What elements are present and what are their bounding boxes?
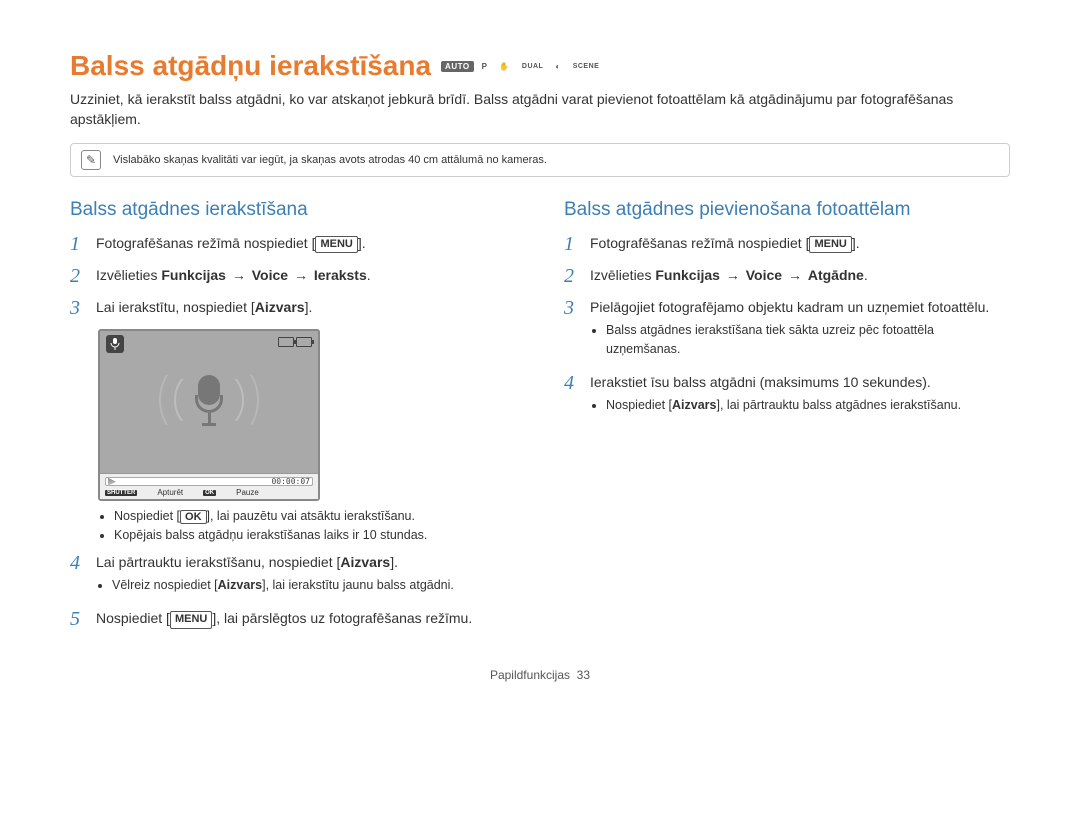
left-column: Balss atgādnes ierakstīšana 1 Fotografēš… [70,199,516,640]
step5-post: ], lai pārslēgtos uz fotografēšanas režī… [212,610,472,626]
note4-post: ], lai pārtrauktu balss atgādnes ierakst… [717,398,962,412]
badge-scene-icon: ◐ [551,61,564,72]
sub-note: Nospiediet [OK], lai pauzētu vai atsāktu… [114,509,516,524]
step3-pre: Lai ierakstītu, nospiediet [ [96,299,255,315]
step4-pre: Lai pārtrauktu ierakstīšanu, nospiediet … [96,554,340,570]
ok-button-label: OK [180,510,207,524]
footer-page: 33 [577,668,590,682]
step2-b2: Voice [252,267,288,283]
ok-tag: OK [203,490,216,496]
note-icon: ✎ [81,150,101,170]
play-icon [108,478,116,486]
note-box: ✎ Vislabāko skaņas kvalitāti var iegūt, … [70,143,1010,177]
footer-label: Papildfunkcijas [490,668,570,682]
badge-dual: DUAL [518,62,547,71]
arrow-icon: → [232,267,246,283]
badge-dual-icon: ✋ [495,61,513,72]
right-column: Balss atgādnes pievienošana fotoattēlam … [564,199,1010,640]
step2-b1: Funkcijas [161,267,226,283]
badge-p: P [478,61,492,72]
r-step4: Ierakstiet īsu balss atgādni (maksimums … [590,374,931,390]
screen-btn-pause: Pauze [236,488,259,497]
step-number: 3 [70,297,88,319]
note-text: Vislabāko skaņas kvalitāti var iegūt, ja… [113,154,547,166]
note-b1-pre: Vēlreiz nospiediet [ [112,578,218,592]
card-icon [278,337,294,347]
right-heading: Balss atgādnes pievienošana fotoattēlam [564,199,1010,221]
shutter-label: Aizvars [340,554,390,570]
note-a1-post: ], lai pauzētu vai atsāktu ierakstīšanu. [207,509,415,523]
arrow-icon: → [294,267,308,283]
step-number: 2 [70,265,88,287]
step1-text-pre: Fotografēšanas režīmā nospiediet [ [96,235,315,251]
step2-b3: Ieraksts [314,267,367,283]
note-b1-post: ], lai ierakstītu jaunu balss atgādni. [262,578,454,592]
step-number: 1 [564,233,582,255]
left-heading: Balss atgādnes ierakstīšana [70,199,516,221]
r-step2-b3: Atgādne [808,267,864,283]
footer: Papildfunkcijas 33 [70,668,1010,682]
step-number: 4 [70,552,88,598]
r-step1-post: ]. [852,235,860,251]
note4-pre: Nospiediet [ [606,398,672,412]
mic-large-icon [189,375,229,430]
step-number: 3 [564,297,582,362]
step-number: 4 [564,372,582,418]
step-number: 1 [70,233,88,255]
r-step2-b2: Voice [746,267,782,283]
intro-text: Uzziniet, kā ierakstīt balss atgādni, ko… [70,90,1010,129]
shutter-label: Aizvars [255,299,305,315]
menu-button-label: MENU [170,611,212,629]
sub-note: Vēlreiz nospiediet [Aizvars], lai ieraks… [112,576,516,594]
sub-note: Kopējais balss atgādņu ierakstīšanas lai… [114,528,516,542]
step2-pre: Izvēlieties [96,267,161,283]
step3-post: ]. [305,299,313,315]
r-step2-pre: Izvēlieties [590,267,655,283]
step-number: 2 [564,265,582,287]
menu-button-label: MENU [809,236,851,254]
screen-btn-stop: Apturēt [157,488,183,497]
rec-time: 00:00:07 [271,477,310,486]
mic-small-icon [106,335,124,353]
step5-pre: Nospiediet [ [96,610,170,626]
badge-scene: SCENE [569,62,604,71]
sub-note: Nospiediet [Aizvars], lai pārtrauktu bal… [606,396,1010,414]
note4-b: Aizvars [672,398,716,412]
camera-screen-graphic: 00:00:07 SHUTTER Apturēt OK Pauze [98,329,320,501]
r-step3: Pielāgojiet fotografējamo objektu kadram… [590,299,989,315]
shutter-tag: SHUTTER [105,490,137,496]
page-title: Balss atgādņu ierakstīšana [70,50,431,82]
arrow-icon: → [788,267,802,283]
arrow-icon: → [726,267,740,283]
r-step1-pre: Fotografēšanas režīmā nospiediet [ [590,235,809,251]
step4-post: ]. [390,554,398,570]
step1-text-post: ]. [358,235,366,251]
r-step2-b1: Funkcijas [655,267,720,283]
battery-icon [296,337,312,347]
note-a1-pre: Nospiediet [ [114,509,180,523]
menu-button-label: MENU [315,236,357,254]
sub-note: Balss atgādnes ierakstīšana tiek sākta u… [606,321,1010,357]
note-b1-b: Aizvars [218,578,262,592]
step-number: 5 [70,608,88,630]
mode-badges: AUTO P ✋ DUAL ◐ SCENE [441,61,603,72]
badge-auto: AUTO [441,61,474,72]
